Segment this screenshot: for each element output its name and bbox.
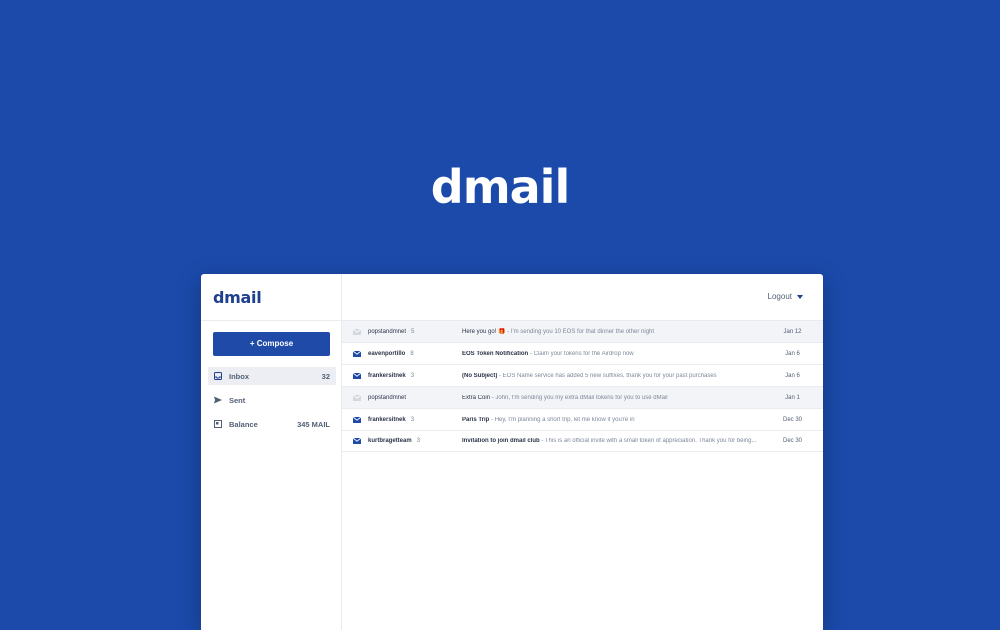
email-preview: Here you go! 🎁 - I'm sending you 10 EOS … (462, 328, 762, 335)
email-date: Jan 6 (785, 350, 800, 357)
email-snippet: - Claim your tokens for the Airdrop now (528, 350, 634, 357)
thread-count: 3 (410, 416, 415, 423)
sidebar-item-sent[interactable]: Sent (208, 391, 336, 409)
email-row[interactable]: popstandmnet 5 Here you go! 🎁 - I'm sendin… (342, 320, 823, 342)
logout-label: Logout (767, 292, 792, 301)
sidebar-item-label: Inbox (229, 371, 249, 381)
email-subject: (No Subject) (462, 372, 498, 379)
email-sender-cell: frankersitnek 3 (368, 417, 462, 423)
email-list: popstandmnet 5 Here you go! 🎁 - I'm sendin… (342, 320, 823, 452)
email-preview: Extra Coin - John, I'm sending you my ex… (462, 395, 762, 401)
email-subject: Paris Trip (462, 416, 490, 423)
chevron-down-icon (797, 294, 803, 299)
email-sender: kurtbragetteam (368, 438, 412, 444)
email-snippet: - I'm sending you 10 EOS for that dinner… (505, 329, 655, 335)
divider (201, 320, 342, 321)
send-icon (214, 396, 222, 404)
inbox-count: 32 (321, 371, 330, 381)
wallet-icon (214, 420, 222, 428)
email-subject: Here you go! 🎁 (462, 329, 506, 335)
envelope-icon (353, 350, 361, 357)
email-snippet: - EOS Name service has added 5 new suffi… (497, 372, 717, 379)
email-date: Jan 6 (785, 372, 800, 379)
envelope-open-icon (353, 394, 361, 401)
thread-count: 5 (411, 328, 415, 335)
email-sender: frankersitnek (368, 372, 406, 379)
sidebar-item-inbox[interactable]: Inbox 32 (208, 367, 336, 385)
email-preview: Invitation to join dmail club - This is … (462, 438, 762, 444)
thread-count: 3 (416, 438, 421, 444)
envelope-icon (353, 438, 361, 444)
thread-count: 8 (410, 350, 414, 357)
email-row[interactable]: popstandmnet Extra Coin - John, I'm sendi… (342, 386, 823, 408)
compose-button[interactable]: + Compose (213, 332, 330, 356)
thread-count: 3 (410, 372, 415, 379)
email-snippet: - This is an official invite with a smal… (539, 438, 757, 444)
sidebar-item-label: Balance (229, 419, 258, 429)
email-preview: Paris Trip - Hey, I'm planning a short t… (462, 417, 762, 423)
app-window: dmail + Compose Inbox 32 Sent Balance 34… (201, 274, 823, 630)
sidebar-item-balance[interactable]: Balance 345 MAIL (208, 415, 336, 433)
email-date: Jan 1 (785, 394, 800, 401)
logout-button[interactable]: Logout (768, 292, 803, 301)
email-row[interactable]: frankersitnek 3 (No Subject) - EOS Name se… (342, 364, 823, 386)
email-preview: EOS Token Notification - Claim your toke… (462, 351, 762, 357)
email-sender-cell: kurtbragetteam 3 (368, 438, 462, 444)
sidebar: dmail + Compose Inbox 32 Sent Balance 34… (201, 274, 342, 630)
envelope-open-icon (353, 328, 361, 335)
sidebar-logo[interactable]: dmail (213, 288, 262, 307)
envelope-icon (353, 372, 361, 379)
email-sender: frankersitnek (368, 416, 406, 423)
sidebar-item-label: Sent (229, 395, 246, 405)
email-date: Dec 30 (782, 438, 802, 444)
envelope-icon (353, 416, 361, 423)
hero-logo: dmail (430, 160, 570, 214)
email-snippet: - John, I'm sending you my extra dMail t… (490, 394, 668, 401)
inbox-icon (214, 372, 222, 380)
email-preview: (No Subject) - EOS Name service has adde… (462, 373, 762, 379)
email-sender-cell: frankersitnek 3 (368, 373, 462, 379)
email-sender: eavenportillo (368, 350, 406, 357)
email-sender-cell: popstandmnet 5 (368, 329, 462, 335)
sidebar-nav: Inbox 32 Sent Balance 345 MAIL (208, 367, 336, 439)
top-bar: Logout (342, 274, 823, 320)
email-subject: Invitation to join dmail club (462, 438, 540, 444)
email-row[interactable]: eavenportillo 8 EOS Token Notification - C… (342, 342, 823, 364)
email-row[interactable]: frankersitnek 3 Paris Trip - Hey, I'm plan… (342, 408, 823, 430)
email-date: Jan 12 (783, 328, 802, 335)
email-snippet: - Hey, I'm planning a short trip, let me… (489, 416, 635, 423)
main-panel: Logout popstandmnet 5 Here you go! 🎁 - I'm… (342, 274, 823, 630)
email-date: Dec 30 (782, 416, 802, 423)
email-subject: Extra Coin (462, 394, 491, 401)
email-sender-cell: popstandmnet (368, 395, 462, 401)
email-subject: EOS Token Notification (462, 350, 529, 357)
email-sender: popstandmnet (368, 394, 407, 401)
balance-amount: 345 MAIL (297, 419, 330, 429)
email-row[interactable]: kurtbragetteam 3 Invitation to join dmail … (342, 430, 823, 452)
email-sender-cell: eavenportillo 8 (368, 351, 462, 357)
email-sender: popstandmnet (368, 328, 407, 335)
